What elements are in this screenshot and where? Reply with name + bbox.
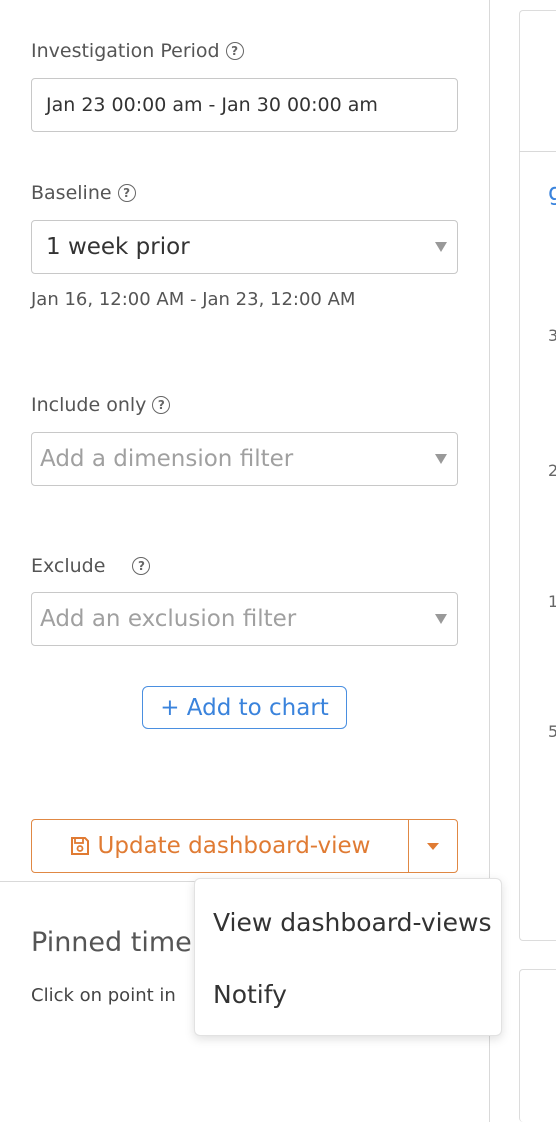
help-icon[interactable]: ? [132,557,151,575]
update-options-dropdown-button[interactable] [408,819,458,873]
exclusion-filter-select[interactable]: Add an exclusion filter [31,592,458,646]
y-axis-tick: 3 [548,326,556,345]
y-axis-tick: 5 [548,722,556,741]
caret-down-icon [427,842,439,850]
chart-title-link[interactable]: g [548,178,556,206]
chevron-down-icon [435,454,447,464]
help-icon[interactable]: ? [225,42,244,60]
baseline-label: Baseline ? [31,182,136,204]
menu-item-notify[interactable]: Notify [195,958,501,1030]
add-to-chart-button[interactable]: + Add to chart [142,686,347,729]
dashboard-view-dropdown-menu: View dashboard-views Notify [194,878,502,1036]
floppy-disk-icon [70,837,89,855]
y-axis-tick: 1 [548,592,556,611]
help-icon[interactable]: ? [117,184,136,202]
menu-item-view-dashboard-views[interactable]: View dashboard-views [195,886,501,958]
chevron-down-icon [435,242,447,252]
help-icon[interactable]: ? [152,396,171,414]
chevron-down-icon [435,614,447,624]
baseline-select[interactable]: 1 week prior [31,220,458,274]
pinned-time-hint: Click on point in [31,985,176,1006]
pinned-time-title: Pinned time [31,927,192,958]
investigation-period-label: Investigation Period ? [31,40,244,62]
y-axis-tick: 2 [548,461,556,480]
chart-panel-header-divider [519,151,556,152]
investigation-period-input[interactable]: Jan 23 00:00 am - Jan 30 00:00 am [31,78,458,132]
baseline-range-text: Jan 16, 12:00 AM - Jan 23, 12:00 AM [31,289,356,310]
include-dimension-filter-select[interactable]: Add a dimension filter [31,432,458,486]
include-only-label: Include only ? [31,394,171,416]
update-dashboard-view-button[interactable]: Update dashboard-view [31,819,409,873]
exclude-label: Exclude ? [31,555,151,577]
secondary-panel [519,969,556,1122]
